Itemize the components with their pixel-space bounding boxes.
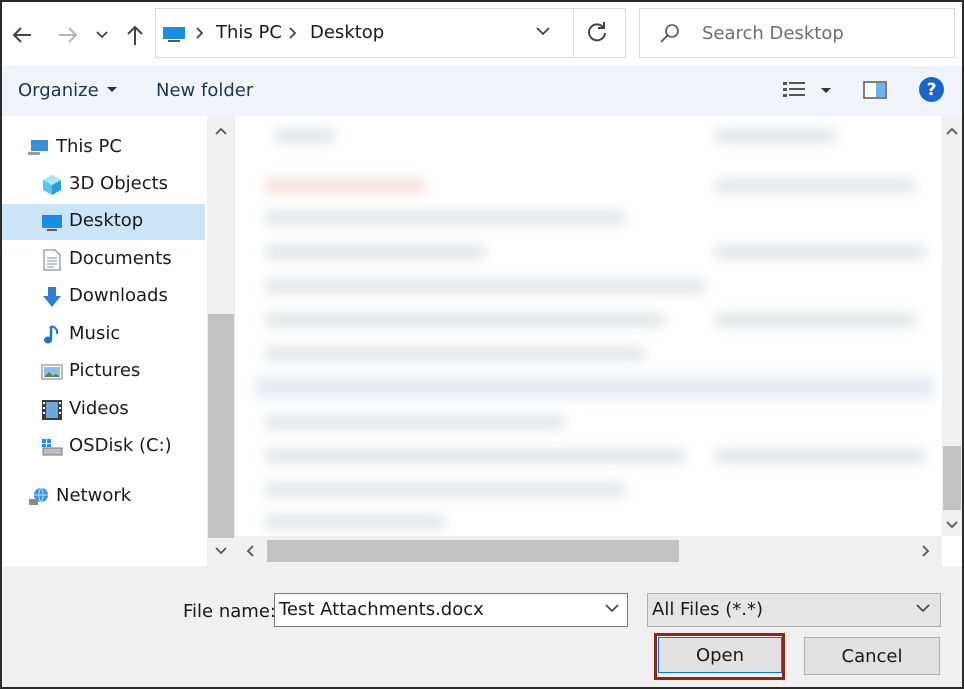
new-folder-button[interactable]: New folder xyxy=(156,80,253,101)
breadcrumb-this-pc[interactable]: This PC xyxy=(216,22,282,43)
sidebar-item-network[interactable]: Network xyxy=(2,479,205,515)
cube-icon xyxy=(43,175,61,195)
cancel-button[interactable]: Cancel xyxy=(804,637,940,675)
network-icon xyxy=(29,487,48,505)
caret-down-icon xyxy=(106,86,117,92)
search-input[interactable]: Search Desktop xyxy=(639,8,955,58)
sidebar-item-pictures[interactable]: Pictures xyxy=(2,354,205,390)
dialog-footer: File name: Test Attachments.docx All Fil… xyxy=(2,566,962,687)
scroll-thumb[interactable] xyxy=(267,540,679,562)
file-list-vertical-scrollbar[interactable] xyxy=(942,116,962,536)
sidebar-item-3d-objects[interactable]: 3D Objects xyxy=(2,167,205,203)
help-button[interactable]: ? xyxy=(919,77,944,102)
sidebar-item-label: Downloads xyxy=(69,285,168,306)
search-placeholder: Search Desktop xyxy=(702,23,844,44)
sidebar-item-osdisk[interactable]: OSDisk (C:) xyxy=(2,429,205,465)
chevron-down-icon xyxy=(916,604,930,613)
sidebar-item-label: OSDisk (C:) xyxy=(69,435,172,456)
sidebar-item-label: Pictures xyxy=(69,360,141,381)
file-type-value: All Files (*.*) xyxy=(652,599,764,620)
organize-button[interactable]: Organize xyxy=(18,80,117,101)
breadcrumb-desktop[interactable]: Desktop xyxy=(310,22,384,43)
preview-pane-icon[interactable] xyxy=(863,81,887,99)
scroll-down-icon[interactable] xyxy=(207,540,235,562)
sidebar-item-music[interactable]: Music xyxy=(2,317,205,353)
scroll-thumb[interactable] xyxy=(943,446,961,510)
open-button[interactable]: Open xyxy=(658,637,782,673)
blurred-file-list xyxy=(235,116,942,536)
drive-icon xyxy=(42,439,63,456)
navigation-pane: This PC 3D Objects Desktop Documents Dow… xyxy=(2,116,207,566)
file-open-dialog: This PC Desktop Search Desktop Organize … xyxy=(0,0,964,689)
sidebar-item-label: This PC xyxy=(56,136,122,157)
recent-locations-button[interactable] xyxy=(90,20,114,50)
scroll-down-icon[interactable] xyxy=(938,514,962,536)
forward-button[interactable] xyxy=(54,20,82,50)
chevron-down-icon xyxy=(96,31,108,39)
address-dropdown-icon[interactable] xyxy=(536,27,550,36)
picture-icon xyxy=(41,364,63,380)
scroll-right-icon[interactable] xyxy=(915,540,937,562)
sidebar-item-desktop[interactable]: Desktop xyxy=(2,204,205,240)
music-note-icon xyxy=(44,325,59,344)
search-icon xyxy=(660,24,679,43)
film-icon xyxy=(42,400,62,420)
sidebar-item-downloads[interactable]: Downloads xyxy=(2,279,205,315)
address-bar[interactable]: This PC Desktop xyxy=(155,8,626,58)
download-arrow-icon xyxy=(43,287,61,307)
view-caret-icon[interactable] xyxy=(821,88,831,93)
sidebar-item-label: Videos xyxy=(69,398,129,419)
document-icon xyxy=(43,249,61,271)
file-name-label: File name: xyxy=(183,601,276,622)
organize-label: Organize xyxy=(18,80,99,101)
refresh-icon[interactable] xyxy=(586,21,608,43)
scroll-left-icon[interactable] xyxy=(239,540,261,562)
arrow-up-icon xyxy=(127,25,143,45)
pc-icon xyxy=(28,140,48,155)
sidebar-item-label: Music xyxy=(69,323,121,344)
sidebar-item-documents[interactable]: Documents xyxy=(2,242,205,278)
file-list-horizontal-scrollbar[interactable] xyxy=(235,536,942,566)
sidebar-item-label: Desktop xyxy=(69,210,144,231)
scroll-thumb[interactable] xyxy=(208,314,234,538)
file-name-value: Test Attachments.docx xyxy=(279,599,484,620)
sidebar-item-label: 3D Objects xyxy=(69,173,169,194)
back-button[interactable] xyxy=(8,20,36,50)
up-button[interactable] xyxy=(121,20,149,50)
arrow-right-icon xyxy=(59,27,78,43)
file-type-select[interactable]: All Files (*.*) xyxy=(647,593,941,627)
arrow-left-icon xyxy=(12,27,31,43)
chevron-down-icon[interactable] xyxy=(605,604,619,613)
breadcrumb-chevron-icon xyxy=(289,27,297,39)
sidebar-item-label: Documents xyxy=(69,248,172,269)
breadcrumb-chevron-icon xyxy=(196,27,204,39)
file-list-pane[interactable] xyxy=(235,116,942,536)
view-options-icon[interactable] xyxy=(783,81,807,99)
sidebar-item-this-pc[interactable]: This PC xyxy=(2,130,205,166)
sidebar-item-videos[interactable]: Videos xyxy=(2,392,205,428)
pc-icon xyxy=(163,27,185,42)
navigation-scrollbar[interactable] xyxy=(207,116,235,566)
scroll-up-icon[interactable] xyxy=(938,120,962,142)
address-divider xyxy=(573,9,574,57)
command-toolbar: Organize New folder ? xyxy=(2,66,962,116)
file-name-field[interactable]: Test Attachments.docx xyxy=(274,593,628,627)
scroll-up-icon[interactable] xyxy=(207,120,235,142)
desktop-icon xyxy=(42,215,62,231)
sidebar-item-label: Network xyxy=(56,485,132,506)
